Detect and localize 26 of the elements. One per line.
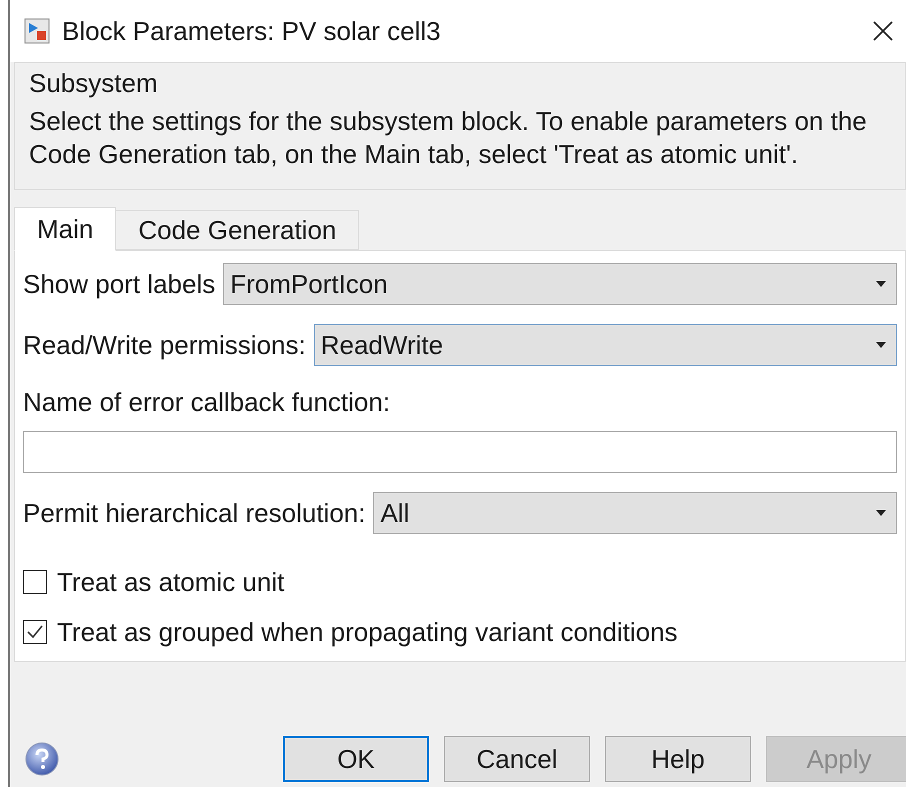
field-label: Permit hierarchical resolution: (23, 496, 366, 530)
checkbox-label: Treat as atomic unit (57, 566, 284, 598)
group-description: Select the settings for the subsystem block. To enable parameters on the Code Generation tab, on the Main tab, select 'Treat as atomic unit'. (29, 105, 868, 171)
help-icon[interactable] (24, 741, 60, 777)
caret-icon (876, 342, 886, 348)
group-title: Subsystem (29, 69, 159, 97)
field-label: Name of error callback function: (23, 387, 392, 417)
window-title: Block Parameters: PV solar cell3 (62, 14, 441, 48)
checkbox-label: Treat as grouped when propagating variant conditions (57, 616, 678, 648)
app-icon (24, 18, 50, 44)
dialog-button[interactable]: OK (283, 736, 429, 782)
checkbox[interactable] (23, 620, 47, 644)
tab[interactable]: Code Generation (116, 210, 360, 250)
field-label: Show port labels (23, 268, 216, 300)
dialog-button[interactable]: Help (605, 736, 751, 782)
dropdown[interactable]: ReadWrite (314, 324, 897, 366)
tab[interactable]: Main (14, 207, 116, 251)
checkbox[interactable] (23, 570, 47, 594)
input-field[interactable] (23, 431, 897, 473)
close-icon[interactable] (872, 20, 894, 42)
caret-icon (876, 510, 886, 516)
field-label: Read/Write permissions: (23, 328, 306, 362)
caret-icon (876, 281, 886, 287)
dialog-button[interactable]: Cancel (444, 736, 590, 782)
dropdown[interactable]: All (373, 492, 897, 534)
dropdown[interactable]: FromPortIcon (223, 263, 897, 305)
